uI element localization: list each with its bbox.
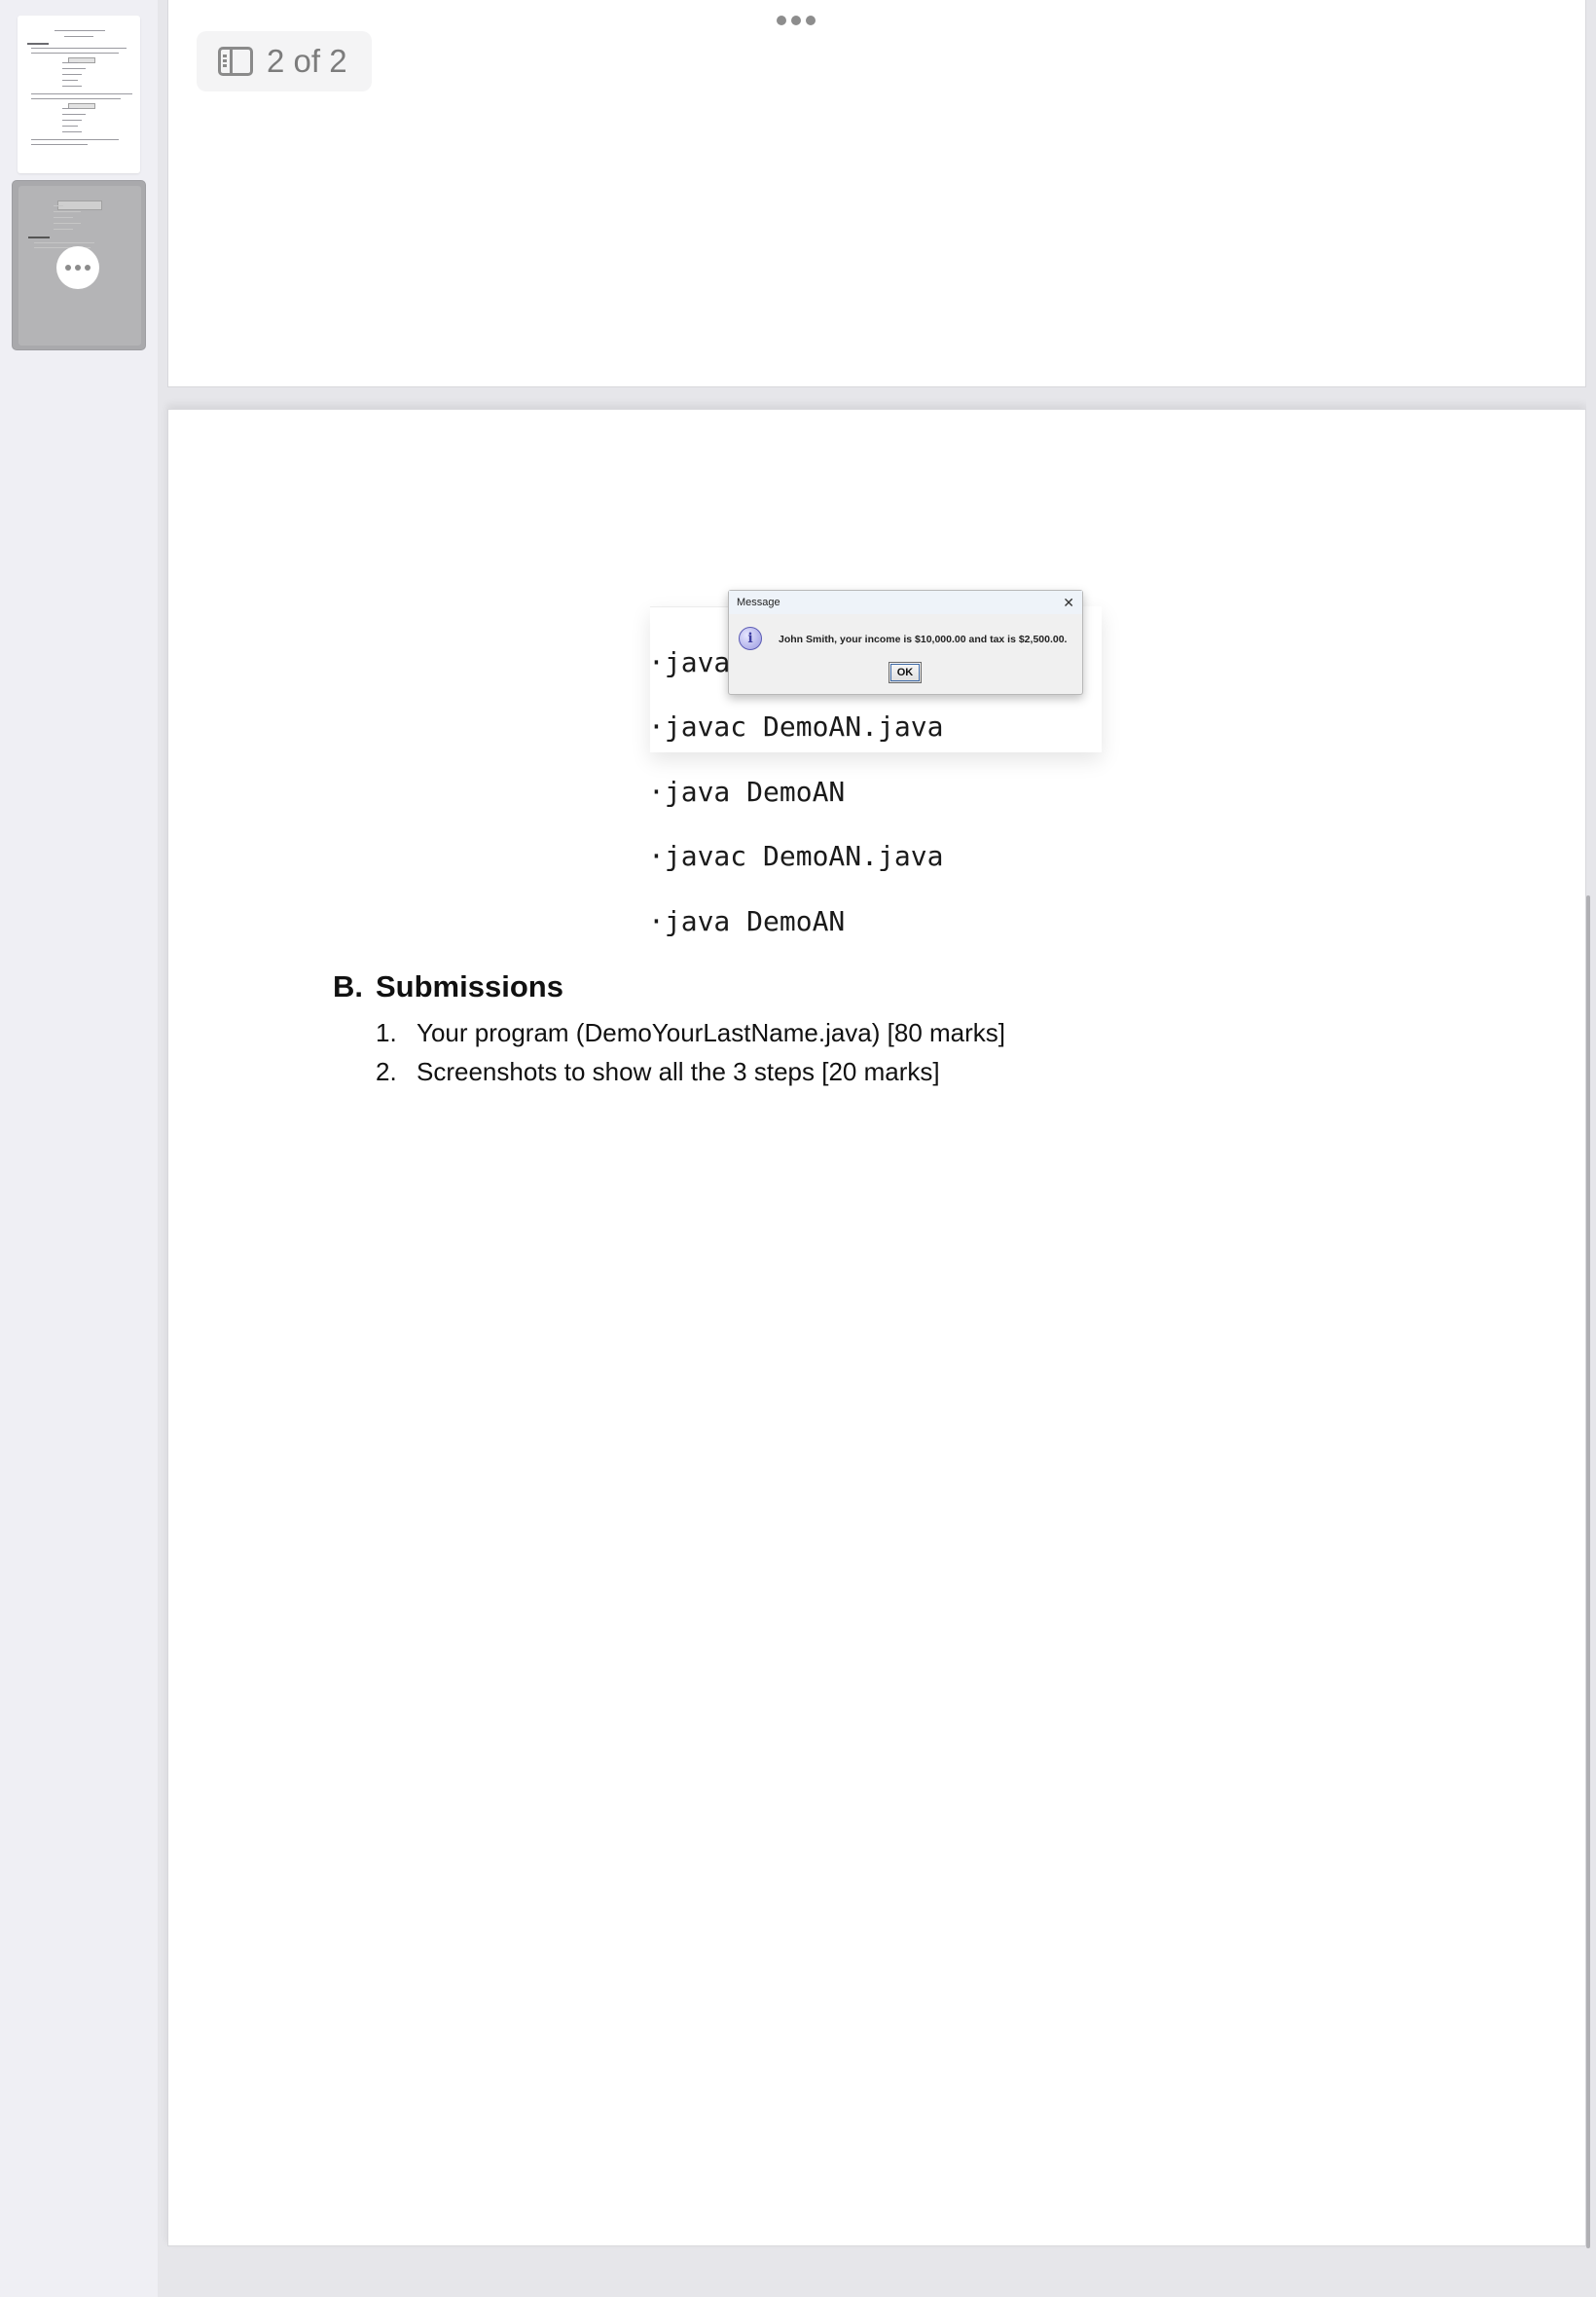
close-icon: ✕ bbox=[1063, 594, 1074, 610]
page-indicator-label: 2 of 2 bbox=[267, 43, 347, 79]
command-line: ·java bbox=[648, 646, 731, 678]
command-line: ·javac DemoAN.java bbox=[648, 711, 944, 743]
dialog-titlebar: Message ✕ bbox=[729, 591, 1082, 614]
section-number: B. bbox=[333, 969, 363, 1003]
more-horizontal-icon bbox=[777, 16, 786, 25]
list-item: 1. Your program (DemoYourLastName.java) [… bbox=[376, 1018, 1006, 1047]
sidebar-toggle-icon bbox=[218, 47, 253, 76]
dialog-title: Message bbox=[737, 597, 780, 608]
thumbnail-sidebar bbox=[0, 0, 158, 2297]
command-line: ·javac DemoAN.java bbox=[648, 840, 944, 872]
page-indicator[interactable]: 2 of 2 bbox=[197, 31, 372, 91]
dialog-message: John Smith, your income is $10,000.00 an… bbox=[779, 634, 1068, 645]
dialog-ok-button: OK bbox=[889, 662, 922, 683]
message-dialog: Message ✕ i John Smith, your income is $… bbox=[728, 590, 1083, 695]
document-page-1 bbox=[167, 0, 1586, 387]
section-heading: B. Submissions bbox=[333, 969, 563, 1004]
more-horizontal-icon bbox=[65, 265, 71, 271]
command-line: ·java DemoAN bbox=[648, 905, 846, 937]
page-thumbnail-1[interactable] bbox=[18, 16, 140, 173]
info-icon: i bbox=[739, 627, 762, 650]
thumbnail-more-button[interactable] bbox=[56, 246, 99, 289]
toolbar-more-button[interactable] bbox=[777, 16, 816, 25]
scrollbar-thumb[interactable] bbox=[1586, 895, 1590, 2248]
list-item: 2. Screenshots to show all the 3 steps [2… bbox=[376, 1057, 940, 1086]
command-line: ·java DemoAN bbox=[648, 776, 846, 808]
section-title: Submissions bbox=[376, 969, 563, 1003]
